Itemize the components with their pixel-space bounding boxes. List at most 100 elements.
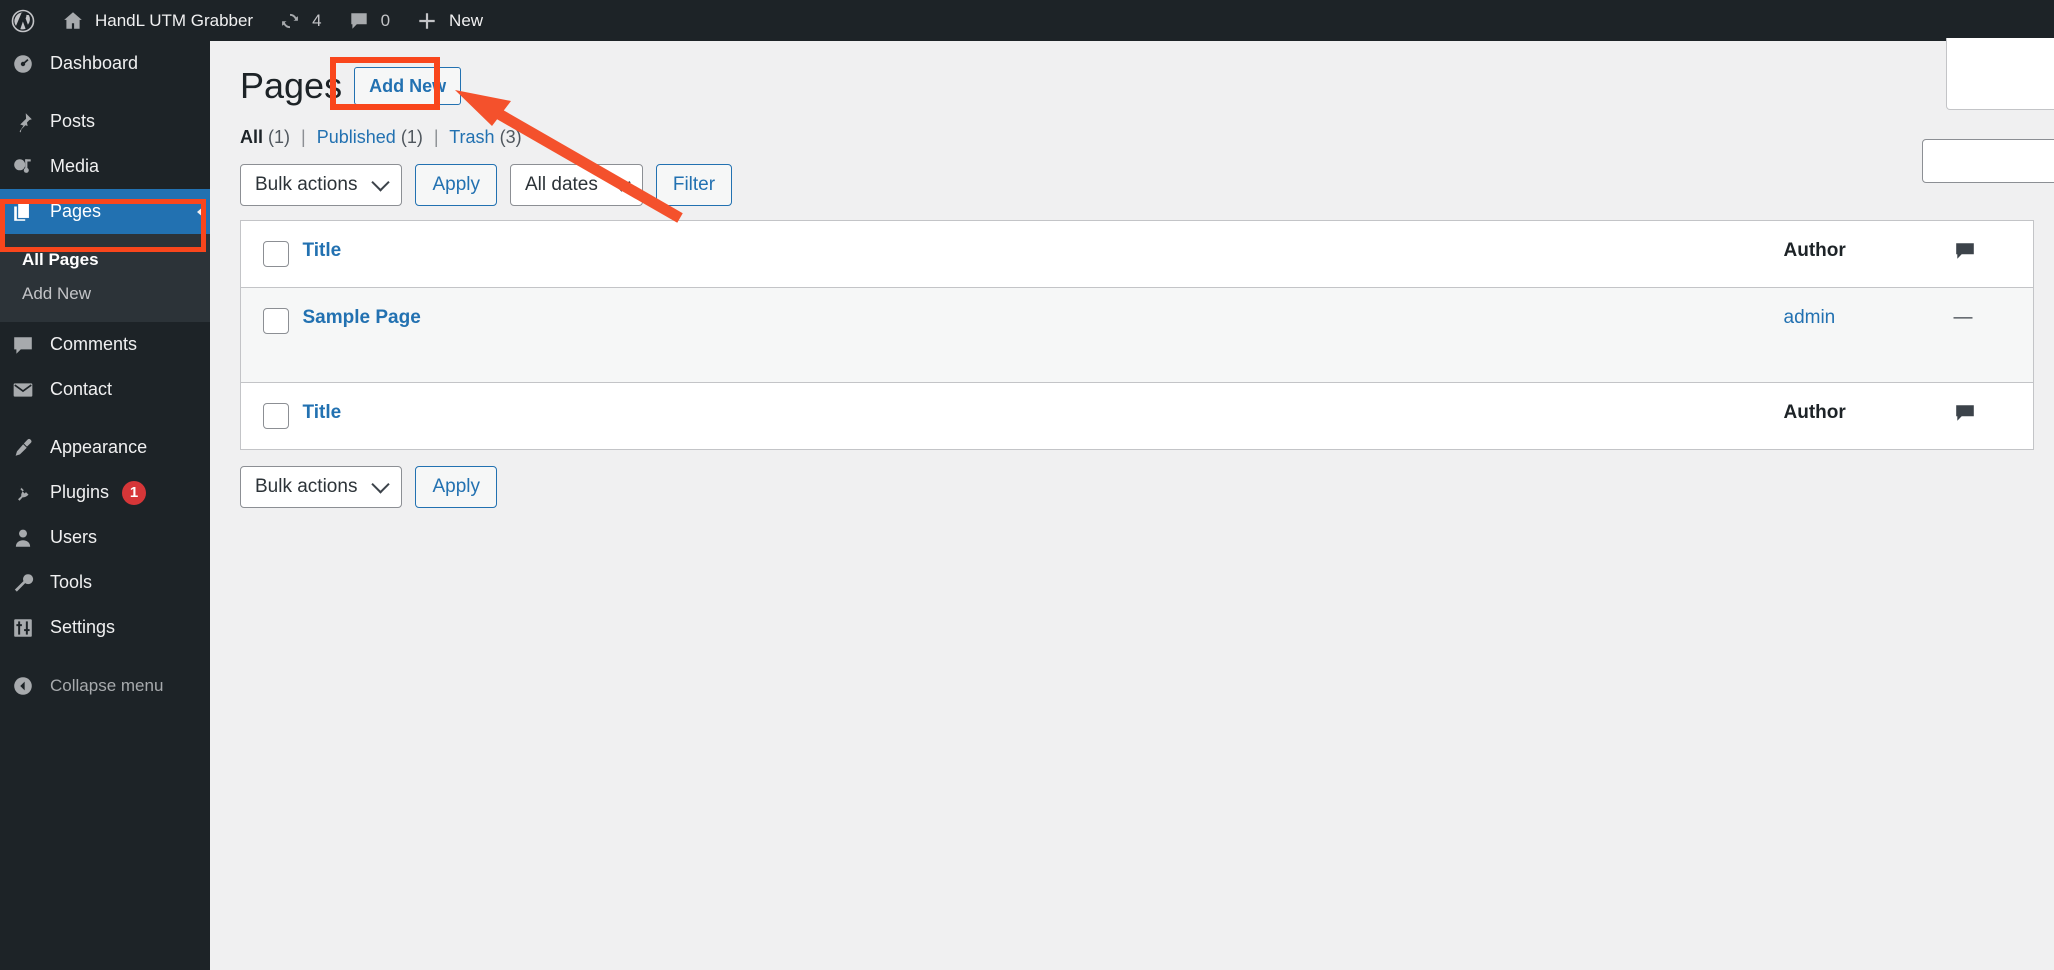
wp-logo-menu[interactable] bbox=[0, 0, 48, 41]
comments-count: 0 bbox=[380, 10, 391, 30]
select-all-checkbox[interactable] bbox=[263, 240, 289, 267]
tablenav-bottom: Bulk actions Apply bbox=[210, 450, 2054, 508]
bulk-actions-select-top[interactable]: Bulk actions bbox=[240, 163, 403, 206]
admin-sidebar-menu: Dashboard Posts Media Pages All Pages Ad… bbox=[0, 41, 210, 970]
sidebar-item-label: Dashboard bbox=[50, 53, 139, 73]
row-checkbox[interactable] bbox=[263, 307, 289, 334]
table-footer-row: Title Author bbox=[240, 382, 2034, 450]
plus-icon bbox=[414, 8, 440, 34]
column-footer-author: Author bbox=[1784, 382, 1954, 449]
admin-bar: HandL UTM Grabber 4 0 New bbox=[0, 0, 2054, 41]
column-header-author: Author bbox=[1784, 220, 1954, 287]
sidebar-item-label: Tools bbox=[50, 572, 93, 592]
home-icon bbox=[60, 8, 86, 34]
chevron-down-icon bbox=[371, 475, 391, 494]
sidebar-item-posts[interactable]: Posts bbox=[0, 99, 210, 144]
sidebar-item-comments[interactable]: Comments bbox=[0, 322, 210, 367]
column-header-title: Title bbox=[293, 220, 1784, 287]
comment-bubble-icon bbox=[346, 8, 372, 34]
sidebar-item-tools[interactable]: Tools bbox=[0, 560, 210, 605]
updates-icon bbox=[277, 8, 303, 34]
pages-submenu: All Pages Add New bbox=[0, 234, 210, 322]
bulk-actions-value: Bulk actions bbox=[255, 475, 358, 497]
paintbrush-icon bbox=[9, 437, 37, 459]
sidebar-item-appearance[interactable]: Appearance bbox=[0, 425, 210, 470]
row-author-cell: admin bbox=[1784, 287, 1954, 382]
filter-all-label[interactable]: All bbox=[240, 127, 263, 147]
sidebar-item-label: Comments bbox=[50, 334, 138, 354]
submenu-item-all-pages[interactable]: All Pages bbox=[0, 243, 210, 277]
main-content: Pages Add New All (1) | Published (1) | … bbox=[210, 38, 2054, 970]
filter-published-count: (1) bbox=[400, 126, 423, 147]
wordpress-admin-screen: HandL UTM Grabber 4 0 New Dashboard Post… bbox=[0, 0, 2054, 970]
chevron-down-icon bbox=[371, 173, 391, 192]
search-input[interactable] bbox=[1922, 139, 2054, 183]
select-all-header bbox=[241, 220, 293, 287]
row-author-link[interactable]: admin bbox=[1784, 307, 1836, 328]
date-filter-value: All dates bbox=[524, 173, 598, 195]
collapse-menu-button[interactable]: Collapse menu bbox=[0, 663, 210, 708]
filter-button[interactable]: Filter bbox=[655, 163, 733, 206]
row-comments-cell: — bbox=[1954, 287, 2034, 382]
status-filter-links: All (1) | Published (1) | Trash (3) bbox=[210, 110, 2054, 148]
settings-sliders-icon bbox=[9, 617, 37, 639]
site-name: HandL UTM Grabber bbox=[95, 10, 254, 30]
pages-table: Title Author Sample Page admin — Title A… bbox=[240, 219, 2034, 450]
row-title-cell: Sample Page bbox=[293, 287, 1784, 382]
table-row: Sample Page admin — bbox=[240, 287, 2034, 383]
screen-meta-panel[interactable] bbox=[1946, 38, 2054, 110]
column-header-author-label: Author bbox=[1783, 239, 1846, 261]
sidebar-item-label: Plugins bbox=[50, 482, 110, 502]
filter-all-count: (1) bbox=[268, 126, 291, 147]
column-footer-comments bbox=[1954, 382, 2034, 449]
row-comments-value: — bbox=[1953, 306, 1973, 328]
submenu-item-add-new[interactable]: Add New bbox=[0, 277, 210, 311]
user-icon bbox=[9, 527, 37, 549]
sidebar-item-pages[interactable]: Pages bbox=[0, 189, 210, 234]
row-title-link[interactable]: Sample Page bbox=[303, 307, 421, 328]
collapse-menu-label: Collapse menu bbox=[50, 675, 164, 695]
bulk-actions-value: Bulk actions bbox=[255, 173, 358, 195]
date-filter-select[interactable]: All dates bbox=[509, 163, 643, 206]
sidebar-item-label: Pages bbox=[50, 201, 102, 221]
filter-trash-label[interactable]: Trash bbox=[449, 127, 494, 147]
filter-published-label[interactable]: Published bbox=[317, 127, 396, 147]
column-header-title-link[interactable]: Title bbox=[303, 240, 342, 261]
comments-menu[interactable]: 0 bbox=[334, 0, 402, 41]
sidebar-item-dashboard[interactable]: Dashboard bbox=[0, 41, 210, 86]
sidebar-item-media[interactable]: Media bbox=[0, 144, 210, 189]
updates-menu[interactable]: 4 bbox=[265, 0, 333, 41]
add-new-button[interactable]: Add New bbox=[354, 67, 462, 106]
plug-icon bbox=[9, 482, 37, 504]
new-content-menu[interactable]: New bbox=[402, 0, 495, 41]
apply-button-top[interactable]: Apply bbox=[415, 163, 497, 206]
collapse-arrow-icon bbox=[9, 675, 37, 697]
sidebar-item-label: Appearance bbox=[50, 437, 148, 457]
select-all-checkbox-footer[interactable] bbox=[263, 402, 289, 429]
updates-count: 4 bbox=[312, 10, 322, 30]
sidebar-item-users[interactable]: Users bbox=[0, 515, 210, 560]
sidebar-item-contact[interactable]: Contact bbox=[0, 367, 210, 412]
envelope-icon bbox=[9, 379, 37, 401]
page-title: Pages bbox=[240, 65, 343, 106]
chevron-down-icon bbox=[612, 173, 631, 192]
chevron-right-icon bbox=[197, 205, 204, 218]
comment-bubble-icon[interactable] bbox=[1954, 402, 1976, 429]
pin-icon bbox=[9, 111, 37, 133]
sidebar-item-label: Media bbox=[50, 156, 100, 176]
site-name-menu[interactable]: HandL UTM Grabber bbox=[48, 0, 265, 41]
column-footer-author-label: Author bbox=[1783, 401, 1846, 423]
filter-trash-count: (3) bbox=[499, 126, 522, 147]
column-footer-title-link[interactable]: Title bbox=[303, 402, 342, 423]
page-header: Pages Add New bbox=[210, 41, 2054, 110]
sidebar-item-settings[interactable]: Settings bbox=[0, 605, 210, 650]
column-footer-title: Title bbox=[293, 382, 1784, 449]
wrench-icon bbox=[9, 572, 37, 594]
bulk-actions-select-bottom[interactable]: Bulk actions bbox=[240, 465, 403, 508]
sidebar-item-label: Users bbox=[50, 527, 98, 547]
sidebar-item-plugins[interactable]: Plugins 1 bbox=[0, 470, 210, 515]
comment-bubble-icon[interactable] bbox=[1954, 240, 1976, 267]
sidebar-item-label: Contact bbox=[50, 379, 113, 399]
sidebar-item-label: Settings bbox=[50, 617, 116, 637]
apply-button-bottom[interactable]: Apply bbox=[415, 465, 497, 508]
